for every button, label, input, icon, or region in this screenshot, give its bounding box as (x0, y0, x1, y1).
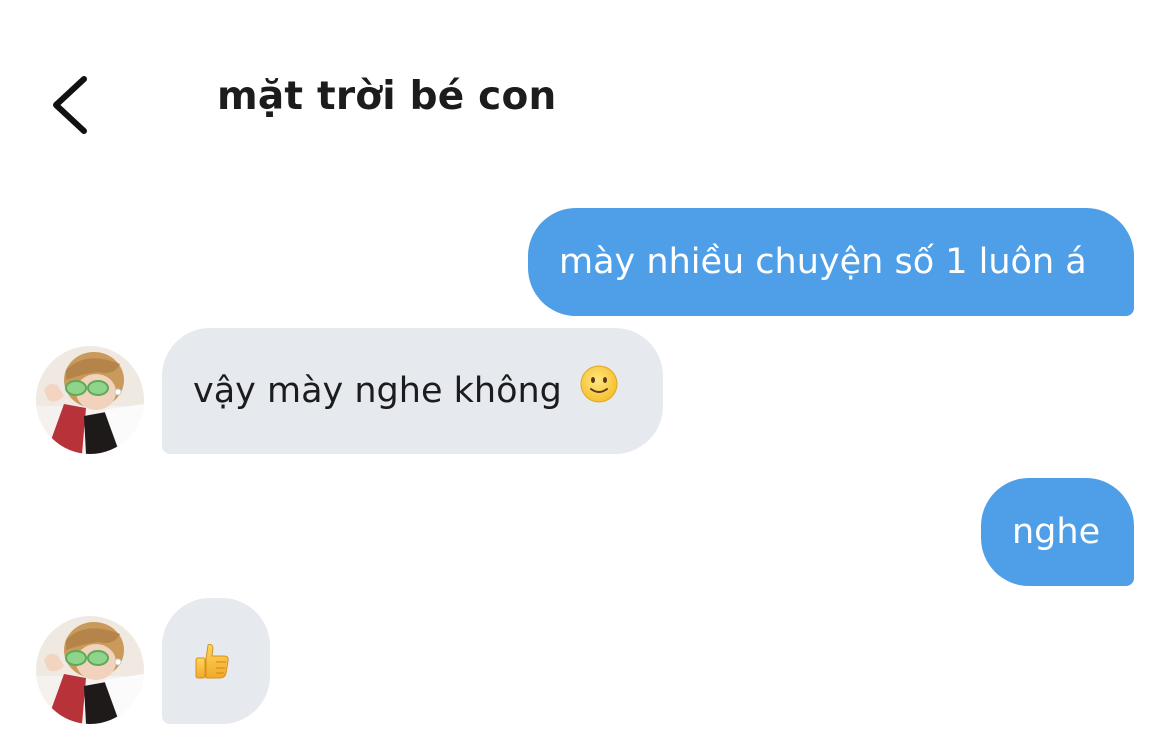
avatar-photo (36, 616, 144, 724)
chat-title: mặt trời bé con (217, 74, 557, 119)
chat-screen: mặt trời bé con mày nhiều chuyện số 1 lu… (0, 0, 1169, 750)
message-bubble-received[interactable] (162, 598, 270, 724)
chevron-left-icon (53, 76, 87, 134)
slightly-smiling-face-icon (579, 364, 619, 415)
avatar[interactable] (36, 346, 144, 454)
back-button[interactable] (38, 70, 98, 140)
chat-header: mặt trời bé con (0, 0, 1169, 180)
avatar[interactable] (36, 616, 144, 724)
message-text: mày nhiều chuyện số 1 luôn á (559, 242, 1087, 282)
message-text: nghe (1012, 512, 1101, 552)
message-bubble-received[interactable]: vậy mày nghe không (162, 328, 663, 454)
avatar-photo (36, 346, 144, 454)
message-bubble-sent[interactable]: mày nhiều chuyện số 1 luôn á (528, 208, 1134, 316)
thumbs-up-icon (192, 641, 232, 692)
message-text: vậy mày nghe không (193, 371, 562, 411)
message-bubble-sent[interactable]: nghe (981, 478, 1134, 586)
